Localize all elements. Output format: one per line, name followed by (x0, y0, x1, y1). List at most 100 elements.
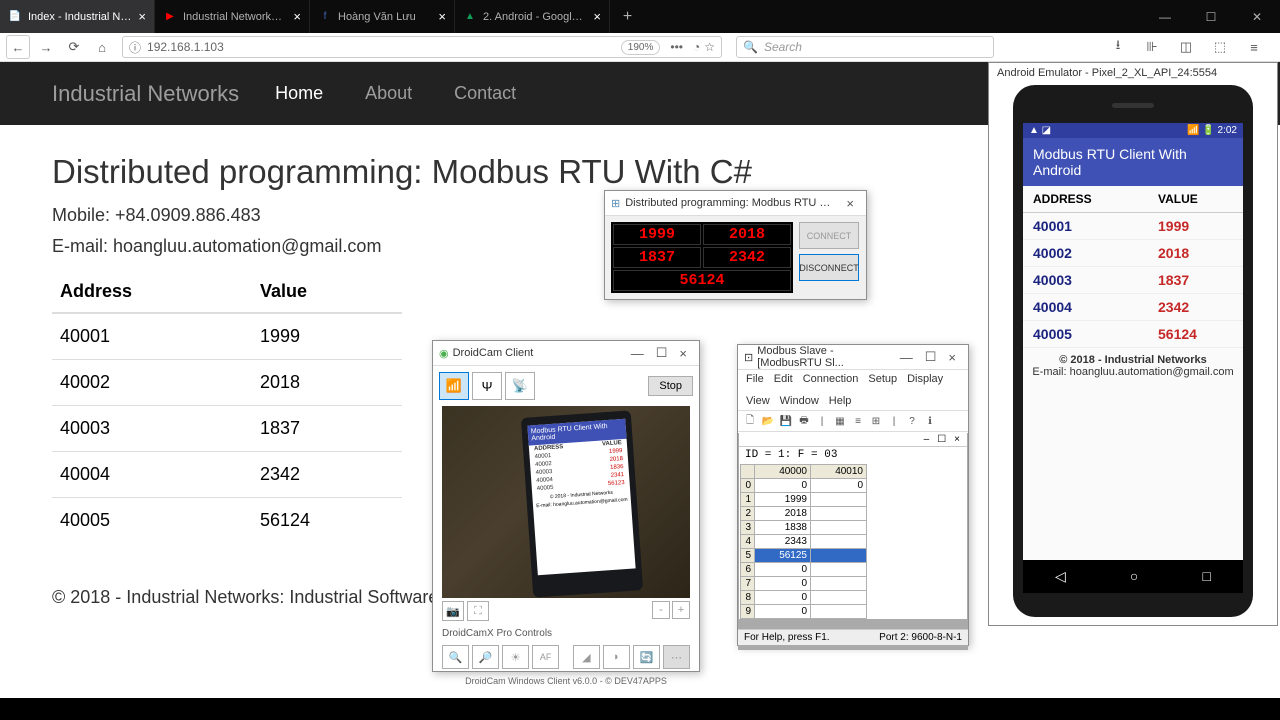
rotate-icon[interactable]: 🔄 (633, 645, 660, 669)
maximize-icon[interactable]: ☐ (919, 349, 943, 365)
tile-icon[interactable]: ⊞ (868, 413, 884, 429)
emulator-title: Android Emulator - Pixel_2_XL_API_24:555… (989, 63, 1277, 83)
url-bar[interactable]: ⓘ 192.168.1.103 190% ••• ◔ ☆ (122, 36, 722, 58)
close-window-button[interactable]: ✕ (1234, 0, 1280, 33)
speaker-icon (1112, 103, 1154, 108)
close-icon[interactable]: × (840, 196, 860, 211)
minimize-button[interactable]: — (1142, 0, 1188, 33)
menu-setup[interactable]: Setup (868, 373, 897, 385)
plus-button[interactable]: + (672, 601, 690, 619)
maximize-button[interactable]: ☐ (1188, 0, 1234, 33)
menu-connection[interactable]: Connection (803, 373, 859, 385)
register-row[interactable]: 31838 (741, 521, 867, 535)
home-button[interactable]: ○ (1130, 568, 1138, 585)
flip-v-icon[interactable]: ◗ (603, 645, 630, 669)
modslave-titlebar[interactable]: ⊡ Modbus Slave - [ModbusRTU Sl... — ☐ × (738, 345, 968, 370)
close-icon[interactable]: × (673, 346, 693, 361)
zoom-indicator[interactable]: 190% (621, 40, 661, 55)
close-icon[interactable]: × (138, 9, 146, 24)
emulator-table: ADDRESSVALUE 400011999400022018400031837… (1023, 186, 1243, 348)
mdi-close[interactable]: × (950, 434, 964, 445)
minus-button[interactable]: - (652, 601, 670, 619)
notification-icon: ▲ ◪ (1029, 125, 1051, 136)
mdi-minimize[interactable]: – (920, 434, 934, 445)
save-icon[interactable]: 💾 (778, 413, 794, 429)
back-button[interactable]: ← (6, 35, 30, 59)
recent-button[interactable]: □ (1202, 568, 1210, 585)
csharp-titlebar[interactable]: ⊞ Distributed programming: Modbus RTU Wi… (605, 191, 866, 216)
sidebar-icon[interactable]: ◫ (1174, 35, 1198, 59)
minimize-icon[interactable]: — (625, 346, 650, 361)
th-address: Address (52, 271, 252, 313)
droidcam-titlebar[interactable]: ◉ DroidCam Client — ☐ × (433, 341, 699, 366)
nav-home[interactable]: Home (275, 83, 323, 104)
print-icon[interactable]: 🖶 (796, 413, 812, 429)
register-row[interactable]: 556125 (741, 549, 867, 563)
menu-view[interactable]: View (746, 395, 770, 407)
server-icon[interactable]: 📡 (505, 372, 535, 400)
brand-logo[interactable]: Industrial Networks (52, 81, 239, 107)
reload-button[interactable]: ⟳ (62, 35, 86, 59)
search-bar[interactable]: 🔍 Search (736, 36, 994, 58)
brightness-icon[interactable]: ☀ (502, 645, 529, 669)
help-icon[interactable]: ? (904, 413, 920, 429)
connect-icon[interactable]: ▦ (832, 413, 848, 429)
bookmark-icon[interactable]: ☆ (704, 40, 715, 54)
connect-button[interactable]: CONNECT (799, 222, 859, 249)
usb-icon[interactable]: Ψ (472, 372, 502, 400)
download-icon[interactable]: ⭳ (1106, 35, 1130, 59)
fullscreen-icon[interactable]: ⛶ (467, 601, 489, 621)
close-icon[interactable]: × (942, 350, 962, 365)
close-icon[interactable]: × (293, 9, 301, 24)
more-icon[interactable]: ••• (670, 40, 683, 54)
tab-1[interactable]: 📄 Index - Industrial Networks × (0, 0, 155, 33)
register-row[interactable]: 22018 (741, 507, 867, 521)
register-row[interactable]: 60 (741, 563, 867, 577)
forward-button[interactable]: → (34, 35, 58, 59)
back-button[interactable]: ◁ (1055, 568, 1066, 585)
register-row[interactable]: 42343 (741, 535, 867, 549)
menu-display[interactable]: Display (907, 373, 943, 385)
menu-help[interactable]: Help (829, 395, 852, 407)
menu-window[interactable]: Window (780, 395, 819, 407)
disconnect-button[interactable]: DISCONNECT (799, 254, 859, 281)
addons-icon[interactable]: ⬚ (1208, 35, 1232, 59)
library-icon[interactable]: ⊪ (1140, 35, 1164, 59)
tab-4[interactable]: ▲ 2. Android - Google Drive × (455, 0, 610, 33)
stop-button[interactable]: Stop (648, 376, 693, 396)
settings-icon[interactable]: ⋯ (663, 645, 690, 669)
close-icon[interactable]: × (593, 9, 601, 24)
about-icon[interactable]: ℹ (922, 413, 938, 429)
register-row[interactable]: 11999 (741, 493, 867, 507)
nav-about[interactable]: About (365, 83, 412, 104)
new-icon[interactable]: 🗋 (742, 413, 758, 429)
minimize-icon[interactable]: — (894, 350, 919, 365)
register-row[interactable]: 000 (741, 479, 867, 493)
register-row[interactable]: 70 (741, 577, 867, 591)
flip-h-icon[interactable]: ◢ (573, 645, 600, 669)
setup-icon[interactable]: ≡ (850, 413, 866, 429)
browser-toolbar: ← → ⟳ ⌂ ⓘ 192.168.1.103 190% ••• ◔ ☆ 🔍 S… (0, 33, 1280, 62)
maximize-icon[interactable]: ☐ (650, 345, 674, 361)
mdi-maximize[interactable]: ☐ (933, 434, 950, 445)
nav-contact[interactable]: Contact (454, 83, 516, 104)
snapshot-icon[interactable]: 📷 (442, 601, 464, 621)
open-icon[interactable]: 📂 (760, 413, 776, 429)
register-row[interactable]: 80 (741, 591, 867, 605)
af-button[interactable]: AF (532, 645, 559, 669)
reader-icon[interactable]: ◔ (693, 40, 700, 54)
home-button[interactable]: ⌂ (90, 35, 114, 59)
menu-edit[interactable]: Edit (774, 373, 793, 385)
zoom-in-icon[interactable]: 🔎 (472, 645, 499, 669)
register-row[interactable]: 90 (741, 605, 867, 619)
info-icon: ⓘ (129, 39, 141, 56)
close-icon[interactable]: × (438, 9, 446, 24)
menu-file[interactable]: File (746, 373, 764, 385)
tab-2[interactable]: ▶ Industrial Networks - YouTube × (155, 0, 310, 33)
tab-3[interactable]: f Hoàng Văn Lưu × (310, 0, 455, 33)
wifi-icon[interactable]: 📶 (439, 372, 469, 400)
new-tab-button[interactable]: + (610, 0, 645, 33)
register-table[interactable]: 4000040010 00011999220183183842343556125… (740, 464, 867, 619)
menu-icon[interactable]: ≡ (1242, 35, 1266, 59)
zoom-out-icon[interactable]: 🔍 (442, 645, 469, 669)
